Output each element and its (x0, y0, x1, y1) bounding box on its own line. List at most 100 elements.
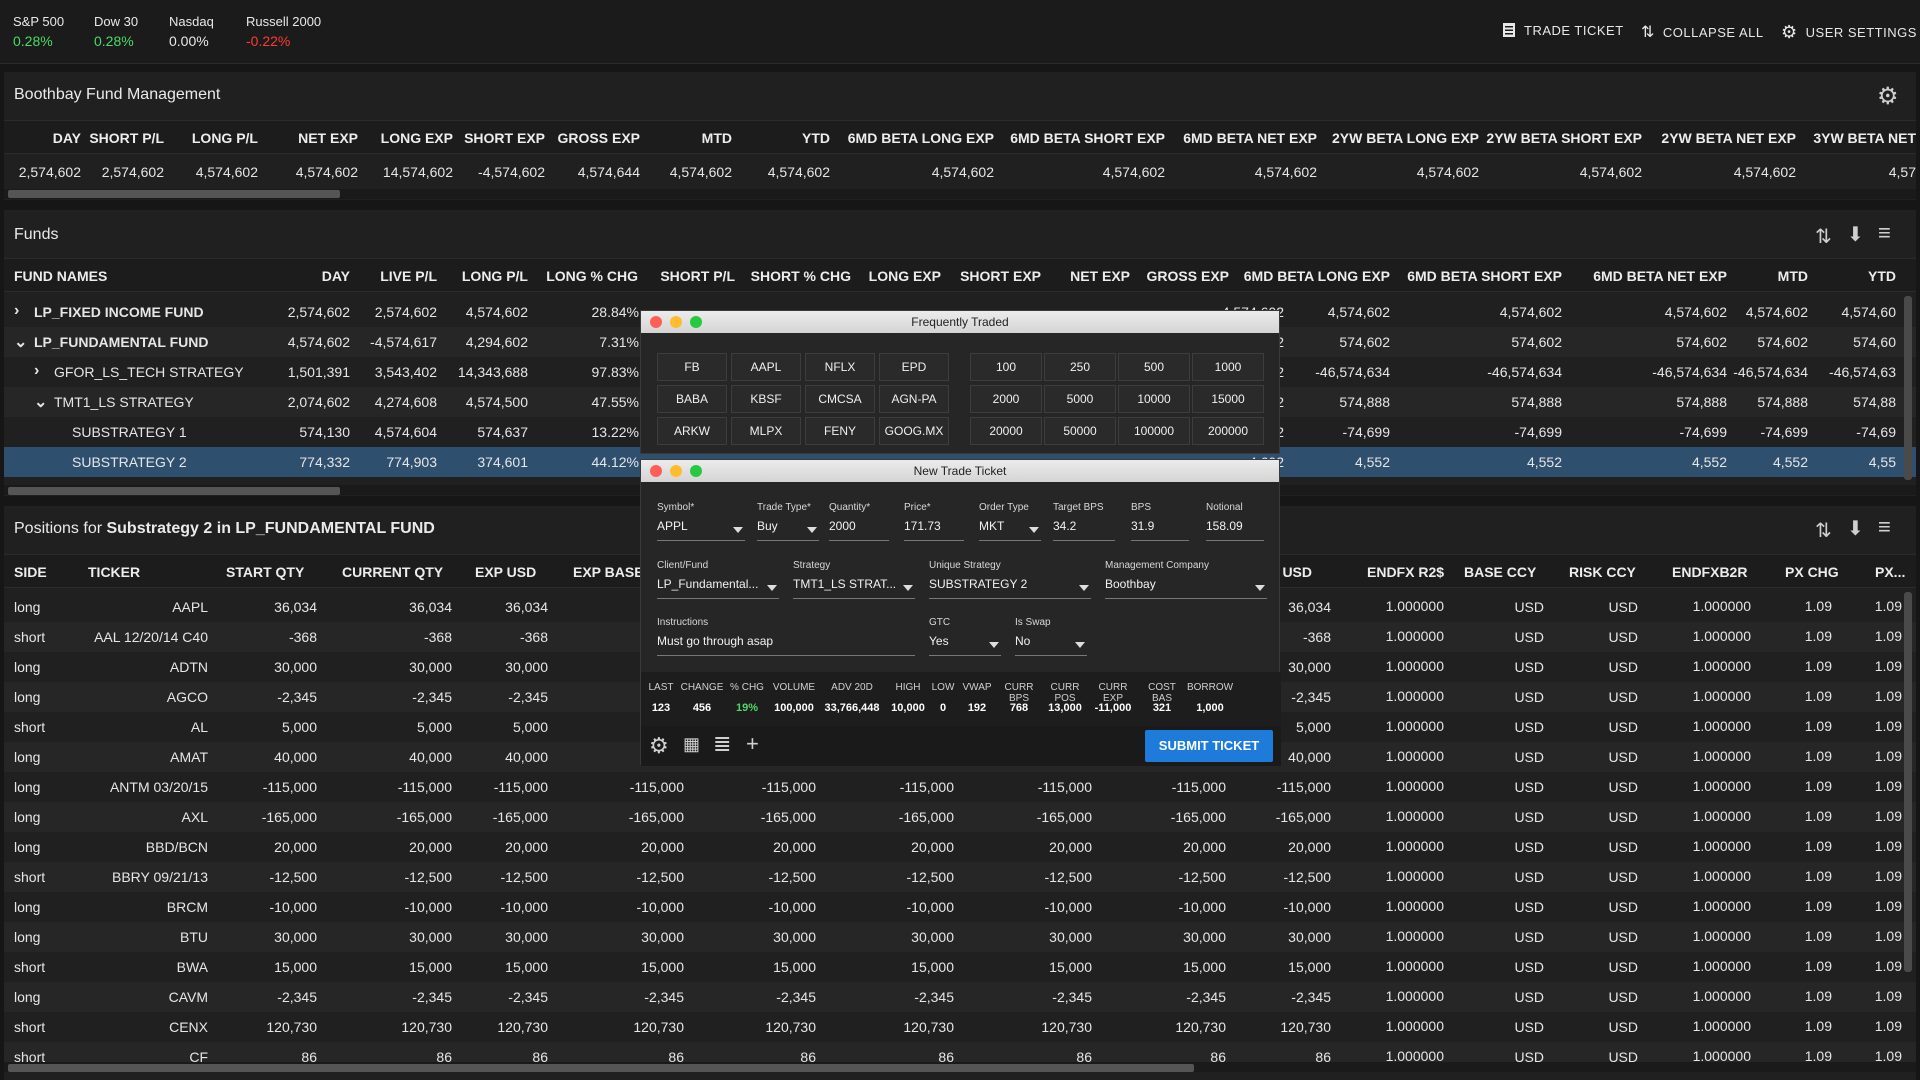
quantity-button[interactable]: 1000 (1192, 353, 1264, 381)
quantity-button[interactable]: 50000 (1044, 417, 1116, 445)
minimize-icon[interactable] (670, 465, 682, 477)
close-icon[interactable] (650, 465, 662, 477)
vertical-scrollbar[interactable] (1904, 296, 1912, 480)
symbol-field[interactable]: Symbol* APPL (657, 502, 745, 542)
column-header[interactable]: EXP USD (475, 564, 555, 580)
scroll-thumb[interactable] (8, 487, 340, 495)
column-header[interactable]: SHORT P/L (84, 130, 164, 146)
symbol-button[interactable]: BABA (657, 385, 727, 413)
column-header[interactable]: NET EXP (268, 130, 358, 146)
strategy-field-input[interactable]: TMT1_LS STRAT... (793, 577, 915, 599)
menu-icon[interactable]: ≡ (1878, 220, 1891, 246)
column-header[interactable]: 6MD BETA LONG EXP (834, 130, 994, 146)
column-header[interactable]: SHORT P/L (640, 268, 735, 284)
collapse-all-button[interactable]: ⇅ COLLAPSE ALL (1641, 22, 1764, 42)
column-header[interactable]: MTD (642, 130, 732, 146)
position-row[interactable]: long AXL -165,000 -165,000 -165,000 -165,000 -… (4, 802, 1916, 832)
column-header[interactable]: 6MD BETA SHORT EXP (1005, 130, 1165, 146)
quantity-button[interactable]: 500 (1118, 353, 1190, 381)
strategy-field[interactable]: Strategy TMT1_LS STRAT... (793, 560, 915, 600)
position-row[interactable]: short BWA 15,000 15,000 15,000 15,000 15,000 15… (4, 952, 1916, 982)
chevron-down-icon[interactable] (1255, 585, 1265, 591)
column-header[interactable]: LONG % CHG (528, 268, 638, 284)
chevron-down-icon[interactable]: ⌄ (34, 392, 48, 412)
column-header[interactable]: BASE CCY (1464, 564, 1544, 580)
column-header[interactable]: DAY (11, 130, 81, 146)
column-header[interactable]: LONG EXP (363, 130, 453, 146)
instructions-field-input[interactable]: Must go through asap (657, 634, 915, 656)
column-header[interactable]: 2YW BETA NET EXP (1646, 130, 1796, 146)
symbol-button[interactable]: GOOG.MX (879, 417, 949, 445)
symbol-button[interactable]: CMCSA (805, 385, 875, 413)
symbol-button[interactable]: AAPL (731, 353, 801, 381)
column-header[interactable]: SHORT EXP (946, 268, 1041, 284)
column-header[interactable]: 2YW BETA SHORT EXP (1482, 130, 1642, 146)
window-titlebar[interactable]: Frequently Traded (641, 311, 1279, 333)
symbol-button[interactable]: MLPX (731, 417, 801, 445)
column-header[interactable]: ENDFXB2R (1672, 564, 1752, 580)
download-icon[interactable]: ⬇ (1847, 222, 1864, 247)
position-row[interactable]: long BRCM -10,000 -10,000 -10,000 -10,000 -10,… (4, 892, 1916, 922)
price-field-input[interactable]: 171.73 (904, 519, 964, 541)
quantity-button[interactable]: 250 (1044, 353, 1116, 381)
bps-field[interactable]: BPS 31.9 (1131, 502, 1189, 542)
column-header[interactable]: DAY (280, 268, 350, 284)
order-type-field[interactable]: Order Type MKT (979, 502, 1041, 542)
quantity-button[interactable]: 100 (970, 353, 1042, 381)
download-icon[interactable]: ⬇ (1847, 516, 1864, 541)
gear-icon[interactable]: ⚙ (1877, 82, 1899, 111)
bps-field-input[interactable]: 31.9 (1131, 519, 1189, 541)
quantity-button[interactable]: 15000 (1192, 385, 1264, 413)
column-header[interactable]: TICKER (88, 564, 168, 580)
price-field[interactable]: Price* 171.73 (904, 502, 964, 542)
column-header[interactable]: 6MD BETA NET EXP (1567, 268, 1727, 284)
list-icon[interactable]: ≣ (713, 731, 731, 757)
target-bps-field-input[interactable]: 34.2 (1053, 519, 1115, 541)
column-header[interactable]: GROSS EXP (550, 130, 640, 146)
position-row[interactable]: long CAVM -2,345 -2,345 -2,345 -2,345 -2,345 -2… (4, 982, 1916, 1012)
column-header[interactable]: LONG EXP (851, 268, 941, 284)
sort-icon[interactable]: ⇅ (1815, 518, 1832, 543)
symbol-button[interactable]: FB (657, 353, 727, 381)
plus-icon[interactable]: + (746, 731, 759, 757)
gear-icon[interactable]: ⚙ (649, 733, 669, 759)
symbol-button[interactable]: FENY (805, 417, 875, 445)
notional-field-input[interactable]: 158.09 (1206, 519, 1264, 541)
gtc-field[interactable]: GTC Yes (929, 617, 1001, 657)
window-titlebar[interactable]: New Trade Ticket (641, 460, 1279, 482)
client-fund-field[interactable]: Client/Fund LP_Fundamental... (657, 560, 779, 600)
user-settings-button[interactable]: ⚙ USER SETTINGS (1781, 22, 1917, 43)
symbol-button[interactable]: ARKW (657, 417, 727, 445)
column-header[interactable]: YTD (740, 130, 830, 146)
column-header[interactable]: FUND NAMES (14, 268, 174, 284)
column-header[interactable]: PX... (1875, 564, 1915, 580)
position-row[interactable]: long ANTM 03/20/15 -115,000 -115,000 -115,00… (4, 772, 1916, 802)
column-header[interactable]: 2YW BETA LONG EXP (1319, 130, 1479, 146)
chevron-down-icon[interactable]: ⌄ (14, 332, 28, 352)
unique-strategy-field-input[interactable]: SUBSTRATEGY 2 (929, 577, 1091, 599)
trade-type-field[interactable]: Trade Type* Buy (757, 502, 819, 542)
maximize-icon[interactable] (690, 465, 702, 477)
sort-icon[interactable]: ⇅ (1815, 224, 1832, 249)
symbol-button[interactable]: EPD (879, 353, 949, 381)
chevron-down-icon[interactable] (733, 527, 743, 533)
close-icon[interactable] (650, 316, 662, 328)
menu-icon[interactable]: ≡ (1878, 514, 1891, 540)
quantity-button[interactable]: 5000 (1044, 385, 1116, 413)
quantity-button[interactable]: 2000 (970, 385, 1042, 413)
chevron-down-icon[interactable] (989, 642, 999, 648)
column-header[interactable]: 6MD BETA NET EXP (1167, 130, 1317, 146)
symbol-field-input[interactable]: APPL (657, 519, 745, 541)
management-company-field-input[interactable]: Boothbay (1105, 577, 1267, 599)
column-header[interactable]: 6MD BETA SHORT EXP (1392, 268, 1562, 284)
column-header[interactable]: 3YW BETA NET (1796, 130, 1916, 146)
is-swap-field[interactable]: Is Swap No (1015, 617, 1087, 657)
client-fund-field-input[interactable]: LP_Fundamental... (657, 577, 779, 599)
column-header[interactable]: START QTY (226, 564, 316, 580)
symbol-button[interactable]: KBSF (731, 385, 801, 413)
minimize-icon[interactable] (670, 316, 682, 328)
quantity-button[interactable]: 100000 (1118, 417, 1190, 445)
chevron-down-icon[interactable] (767, 585, 777, 591)
submit-ticket-button[interactable]: SUBMIT TICKET (1145, 730, 1273, 762)
quantity-button[interactable]: 200000 (1192, 417, 1264, 445)
